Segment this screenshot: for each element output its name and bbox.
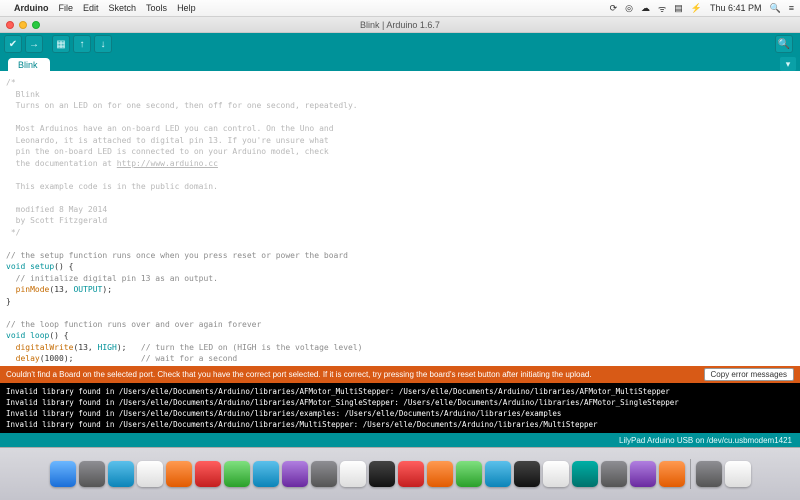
dock-app[interactable] bbox=[340, 461, 366, 487]
console-line: Invalid library found in /Users/elle/Doc… bbox=[6, 409, 561, 418]
maximize-button[interactable] bbox=[32, 21, 40, 29]
dock-app[interactable] bbox=[456, 461, 482, 487]
dock-app[interactable] bbox=[282, 461, 308, 487]
dock-downloads[interactable] bbox=[696, 461, 722, 487]
window-controls bbox=[6, 21, 40, 29]
minimize-button[interactable] bbox=[19, 21, 27, 29]
board-status: LilyPad Arduino USB on /dev/cu.usbmodem1… bbox=[619, 436, 792, 445]
dock-app[interactable] bbox=[514, 461, 540, 487]
wifi-icon[interactable]: ᯤ bbox=[658, 2, 666, 15]
dock-app[interactable] bbox=[79, 461, 105, 487]
console-line: Invalid library found in /Users/elle/Doc… bbox=[6, 420, 598, 429]
error-bar: Couldn't find a Board on the selected po… bbox=[0, 366, 800, 383]
dock-app[interactable] bbox=[398, 461, 424, 487]
flag-icon[interactable]: ▤ bbox=[674, 3, 683, 14]
status-bar: LilyPad Arduino USB on /dev/cu.usbmodem1… bbox=[0, 433, 800, 447]
dock-arduino[interactable] bbox=[572, 461, 598, 487]
window-title: Blink | Arduino 1.6.7 bbox=[0, 20, 800, 30]
dock-finder[interactable] bbox=[50, 461, 76, 487]
dock-app[interactable] bbox=[166, 461, 192, 487]
macos-menubar: Arduino File Edit Sketch Tools Help ⟳ ◎ … bbox=[0, 0, 800, 17]
save-sketch-button[interactable]: ↓ bbox=[94, 35, 112, 53]
upload-button[interactable]: → bbox=[25, 35, 43, 53]
menu-edit[interactable]: Edit bbox=[83, 3, 99, 13]
window-titlebar: Blink | Arduino 1.6.7 bbox=[0, 17, 800, 33]
sync-icon[interactable]: ⟳ bbox=[610, 3, 618, 14]
arduino-toolbar: ✔ → ▦ ↑ ↓ 🔍 bbox=[0, 33, 800, 55]
open-sketch-button[interactable]: ↑ bbox=[73, 35, 91, 53]
dock-app[interactable] bbox=[485, 461, 511, 487]
dock-app[interactable] bbox=[369, 461, 395, 487]
dock-app[interactable] bbox=[311, 461, 337, 487]
cloud-icon[interactable]: ☁ bbox=[641, 3, 650, 14]
dock-app[interactable] bbox=[630, 461, 656, 487]
spotlight-icon[interactable]: 🔍 bbox=[770, 3, 781, 14]
dock-app[interactable] bbox=[427, 461, 453, 487]
app-menu[interactable]: Arduino bbox=[14, 3, 49, 13]
dock-safari[interactable] bbox=[108, 461, 134, 487]
menu-help[interactable]: Help bbox=[177, 3, 196, 13]
dock-app[interactable] bbox=[195, 461, 221, 487]
dock-mail[interactable] bbox=[137, 461, 163, 487]
serial-monitor-button[interactable]: 🔍 bbox=[775, 35, 793, 53]
clock[interactable]: Thu 6:41 PM bbox=[710, 3, 762, 13]
sketch-tabbar: Blink ▾ bbox=[0, 55, 800, 71]
copy-error-button[interactable]: Copy error messages bbox=[704, 368, 794, 381]
menu-sketch[interactable]: Sketch bbox=[109, 3, 137, 13]
dock-app[interactable] bbox=[224, 461, 250, 487]
dock-trash[interactable] bbox=[725, 461, 751, 487]
notification-icon[interactable]: ≡ bbox=[789, 3, 794, 13]
dock-app[interactable] bbox=[601, 461, 627, 487]
battery-icon[interactable]: ⚡ bbox=[691, 3, 702, 14]
console-line: Invalid library found in /Users/elle/Doc… bbox=[6, 387, 670, 396]
dock-app[interactable] bbox=[659, 461, 685, 487]
dock-separator bbox=[690, 459, 691, 489]
verify-button[interactable]: ✔ bbox=[4, 35, 22, 53]
tab-label: Blink bbox=[18, 60, 38, 70]
macos-dock bbox=[0, 447, 800, 500]
doc-link[interactable]: http://www.arduino.cc bbox=[117, 159, 218, 168]
dock-app[interactable] bbox=[543, 461, 569, 487]
error-message: Couldn't find a Board on the selected po… bbox=[6, 370, 592, 379]
new-sketch-button[interactable]: ▦ bbox=[52, 35, 70, 53]
tab-blink[interactable]: Blink bbox=[8, 58, 50, 71]
output-console[interactable]: Invalid library found in /Users/elle/Doc… bbox=[0, 383, 800, 433]
code-editor[interactable]: /* Blink Turns on an LED on for one seco… bbox=[0, 71, 800, 366]
menu-file[interactable]: File bbox=[59, 3, 74, 13]
console-line: Invalid library found in /Users/elle/Doc… bbox=[6, 398, 679, 407]
tab-menu-button[interactable]: ▾ bbox=[780, 57, 796, 71]
dock-app[interactable] bbox=[253, 461, 279, 487]
close-button[interactable] bbox=[6, 21, 14, 29]
display-icon[interactable]: ◎ bbox=[625, 3, 633, 14]
menu-tools[interactable]: Tools bbox=[146, 3, 167, 13]
